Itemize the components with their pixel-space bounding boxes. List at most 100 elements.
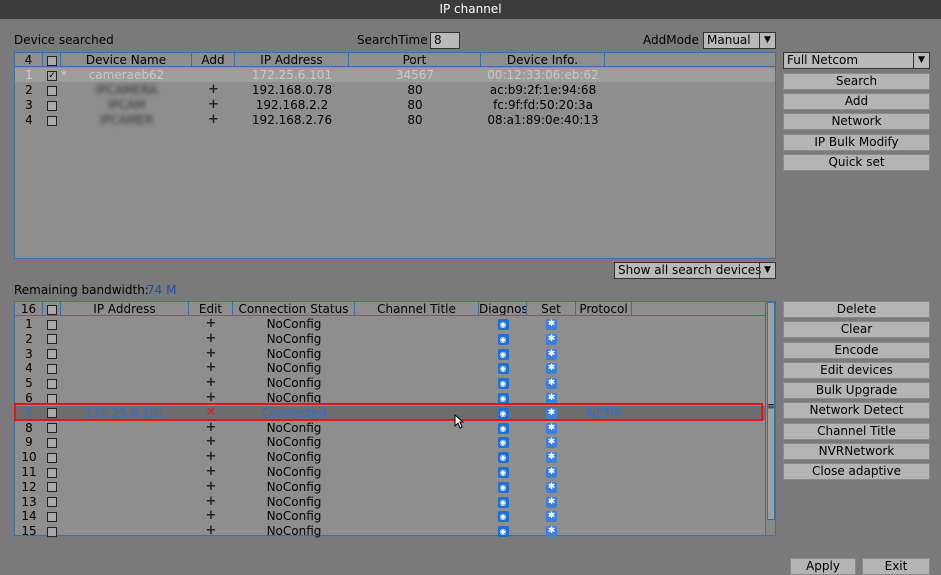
channel-row[interactable]: 8 + NoConfig ◉ ✱ xyxy=(15,421,765,435)
add-plus-icon[interactable]: + xyxy=(192,98,235,112)
settings-icon[interactable]: ✱ xyxy=(527,450,576,464)
diagnosis-icon[interactable]: ◉ xyxy=(479,317,527,331)
row-check-mark[interactable] xyxy=(47,85,57,96)
quick-set-button[interactable]: Quick set xyxy=(783,154,930,171)
add-plus-icon[interactable]: + xyxy=(192,113,235,127)
diagnosis-icon[interactable]: ◉ xyxy=(479,421,527,435)
edit-plus-icon[interactable]: + xyxy=(189,465,233,479)
edit-plus-icon[interactable]: + xyxy=(189,450,233,464)
channel-row[interactable]: 11 + NoConfig ◉ ✱ xyxy=(15,465,765,479)
row-checkbox[interactable] xyxy=(43,83,61,97)
ip-bulk-modify-button[interactable]: IP Bulk Modify xyxy=(783,134,930,151)
channel-checkbox[interactable] xyxy=(43,421,61,435)
channel-select-all[interactable] xyxy=(43,302,61,316)
channel-check-box[interactable] xyxy=(47,452,57,463)
row-checkbox[interactable] xyxy=(43,113,61,127)
table-row[interactable]: 4 IPCAMER + 192.168.2.76 80 08:a1:89:0e:… xyxy=(15,113,775,127)
settings-icon[interactable]: ✱ xyxy=(527,465,576,479)
diagnosis-icon[interactable]: ◉ xyxy=(479,480,527,494)
channel-checkbox[interactable] xyxy=(43,376,61,390)
network-button[interactable]: Network xyxy=(783,113,930,130)
clear-button[interactable]: Clear xyxy=(783,321,930,338)
channel-check-box[interactable] xyxy=(47,437,57,448)
add-plus-icon[interactable]: + xyxy=(192,83,235,97)
channel-row[interactable]: 3 + NoConfig ◉ ✱ xyxy=(15,347,765,361)
channel-check-box[interactable] xyxy=(47,378,57,389)
channel-check-box[interactable] xyxy=(47,393,57,404)
channel-row[interactable]: 1 + NoConfig ◉ ✱ xyxy=(15,317,765,331)
network-detect-button[interactable]: Network Detect xyxy=(783,402,930,419)
protocol-select[interactable]: Full Netcom ▼ xyxy=(783,52,930,69)
channel-row[interactable]: 12 + NoConfig ◉ ✱ xyxy=(15,480,765,494)
edit-plus-icon[interactable]: + xyxy=(189,421,233,435)
apply-button[interactable]: Apply xyxy=(790,558,856,575)
table-row[interactable]: 3 IPCAM + 192.168.2.2 80 fc:9f:fd:50:20:… xyxy=(15,98,775,112)
search-time-input[interactable]: 8 xyxy=(430,32,460,49)
channel-check-box[interactable] xyxy=(47,511,57,522)
row-check-mark[interactable] xyxy=(47,100,57,111)
settings-icon[interactable]: ✱ xyxy=(527,332,576,346)
add-mode-select[interactable]: Manual ▼ xyxy=(703,32,776,49)
table-row[interactable]: 1 ✓ * cameraeb62 172.25.6.101 34567 00:1… xyxy=(15,68,775,82)
channel-checkbox[interactable] xyxy=(43,450,61,464)
channel-row[interactable]: 15 + NoConfig ◉ ✱ xyxy=(15,524,765,538)
channel-title-button[interactable]: Channel Title xyxy=(783,423,930,440)
edit-plus-icon[interactable]: + xyxy=(189,317,233,331)
channel-checkbox[interactable] xyxy=(43,480,61,494)
diagnosis-icon[interactable]: ◉ xyxy=(479,450,527,464)
settings-icon[interactable]: ✱ xyxy=(527,435,576,449)
channel-check-box[interactable] xyxy=(47,349,57,360)
settings-icon[interactable]: ✱ xyxy=(527,376,576,390)
settings-icon[interactable]: ✱ xyxy=(527,480,576,494)
diagnosis-icon[interactable]: ◉ xyxy=(479,465,527,479)
settings-icon[interactable]: ✱ xyxy=(527,495,576,509)
channel-checkbox[interactable] xyxy=(43,347,61,361)
channel-check-box[interactable] xyxy=(47,363,57,374)
channel-row[interactable]: 10 + NoConfig ◉ ✱ xyxy=(15,450,765,464)
table-row[interactable]: 2 IPCAMERA + 192.168.0.78 80 ac:b9:2f:1e… xyxy=(15,83,775,97)
settings-icon[interactable]: ✱ xyxy=(527,421,576,435)
channel-row[interactable]: 13 + NoConfig ◉ ✱ xyxy=(15,495,765,509)
channel-checkbox[interactable] xyxy=(43,495,61,509)
exit-button[interactable]: Exit xyxy=(862,558,930,575)
channel-select-all-checkbox[interactable] xyxy=(46,304,57,315)
row-checkbox[interactable] xyxy=(43,98,61,112)
edit-plus-icon[interactable]: + xyxy=(189,524,233,538)
settings-icon[interactable]: ✱ xyxy=(527,524,576,538)
channel-checkbox[interactable] xyxy=(43,509,61,523)
channel-row[interactable]: 4 + NoConfig ◉ ✱ xyxy=(15,361,765,375)
row-check-mark[interactable] xyxy=(47,115,57,126)
channel-check-box[interactable] xyxy=(47,526,57,537)
search-button[interactable]: Search xyxy=(783,73,930,90)
channel-row[interactable]: 14 + NoConfig ◉ ✱ xyxy=(15,509,765,523)
close-adaptive-button[interactable]: Close adaptive xyxy=(783,463,930,480)
row-check-mark[interactable]: ✓ xyxy=(47,70,57,81)
channel-check-box[interactable] xyxy=(47,497,57,508)
channel-row[interactable]: 2 + NoConfig ◉ ✱ xyxy=(15,332,765,346)
channel-check-box[interactable] xyxy=(47,423,57,434)
encode-button[interactable]: Encode xyxy=(783,342,930,359)
channel-checkbox[interactable] xyxy=(43,332,61,346)
channel-check-box[interactable] xyxy=(47,319,57,330)
channel-checkbox[interactable] xyxy=(43,465,61,479)
diagnosis-icon[interactable]: ◉ xyxy=(479,347,527,361)
diagnosis-icon[interactable]: ◉ xyxy=(479,332,527,346)
nvr-network-button[interactable]: NVRNetwork xyxy=(783,443,930,460)
edit-plus-icon[interactable]: + xyxy=(189,480,233,494)
edit-plus-icon[interactable]: + xyxy=(189,509,233,523)
settings-icon[interactable]: ✱ xyxy=(527,347,576,361)
diagnosis-icon[interactable]: ◉ xyxy=(479,495,527,509)
edit-plus-icon[interactable]: + xyxy=(189,332,233,346)
edit-plus-icon[interactable]: + xyxy=(189,347,233,361)
channel-checkbox[interactable] xyxy=(43,524,61,538)
delete-button[interactable]: Delete xyxy=(783,301,930,318)
add-button[interactable]: Add xyxy=(783,93,930,110)
channel-checkbox[interactable] xyxy=(43,317,61,331)
edit-devices-button[interactable]: Edit devices xyxy=(783,362,930,379)
edit-plus-icon[interactable]: + xyxy=(189,495,233,509)
diagnosis-icon[interactable]: ◉ xyxy=(479,435,527,449)
channel-check-box[interactable] xyxy=(47,334,57,345)
show-filter-select[interactable]: Show all search devices ▼ xyxy=(614,262,776,279)
diagnosis-icon[interactable]: ◉ xyxy=(479,524,527,538)
scrollbar[interactable]: ≡ xyxy=(765,302,775,535)
